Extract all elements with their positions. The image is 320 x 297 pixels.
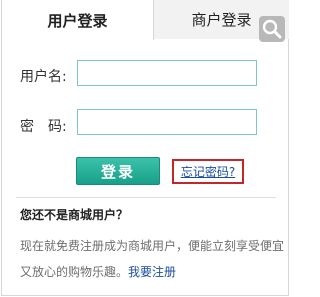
login-panel: 用户登录 商户登录 用户名: 密 码: 登录 忘记密码? 您还不是商城用户？ 现… <box>1 0 289 296</box>
register-description: 现在就免费注册成为商城用户，便能立刻享受便宜又放心的购物乐趣。我要注册 <box>20 233 285 285</box>
username-input[interactable] <box>77 60 257 86</box>
tab-merchant-login-label: 商户登录 <box>191 11 252 29</box>
search-zoom-icon[interactable] <box>259 16 285 42</box>
divider <box>16 197 276 198</box>
tab-user-login-label: 用户登录 <box>47 11 108 30</box>
login-button-label: 登录 <box>100 162 135 181</box>
username-label: 用户名: <box>20 69 67 85</box>
password-label: 密 码: <box>20 119 67 135</box>
register-link[interactable]: 我要注册 <box>128 265 176 279</box>
login-tabs: 用户登录 商户登录 <box>2 0 289 40</box>
login-button[interactable]: 登录 <box>76 157 160 185</box>
password-input[interactable] <box>77 109 257 135</box>
tab-user-login[interactable]: 用户登录 <box>2 0 154 40</box>
forgot-password-link[interactable]: 忘记密码? <box>181 163 235 180</box>
forgot-password-highlight: 忘记密码? <box>172 159 244 184</box>
register-question: 您还不是商城用户？ <box>20 208 129 222</box>
